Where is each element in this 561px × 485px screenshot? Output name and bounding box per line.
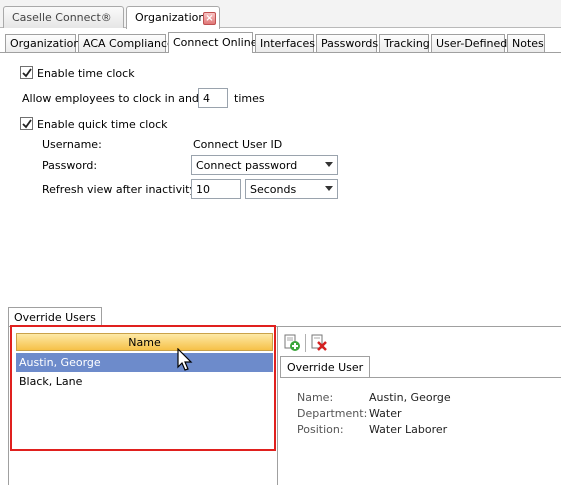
tab-notes[interactable]: Notes: [507, 34, 545, 52]
add-user-icon: [284, 334, 300, 351]
delete-icon: [311, 334, 327, 351]
refresh-input[interactable]: 10: [191, 179, 241, 199]
password-select-value: Connect password: [196, 159, 298, 172]
tab-label: Tracking: [384, 37, 430, 50]
tab-user-defined[interactable]: User-Defined: [431, 34, 508, 52]
tab-label: ACA Compliance: [83, 37, 174, 50]
clock-times-input[interactable]: 4: [198, 88, 228, 108]
doc-tab-label: Organization: [135, 11, 206, 24]
doc-tab-label: Caselle Connect®: [12, 11, 112, 24]
toolbar-separator: [305, 334, 306, 352]
enable-quick-time-clock-checkbox[interactable]: [20, 117, 33, 130]
username-value: Connect User ID: [193, 138, 283, 151]
tab-aca-compliance[interactable]: ACA Compliance: [78, 34, 174, 52]
tab-interfaces[interactable]: Interfaces: [255, 34, 315, 52]
enable-time-clock-label: Enable time clock: [37, 67, 135, 80]
allow-clock-label: Allow employees to clock in and out: [22, 92, 221, 105]
detail-name-value: Austin, George: [369, 391, 451, 404]
doc-tab-organization[interactable]: Organization ×: [126, 6, 220, 29]
detail-department-label: Department:: [297, 407, 368, 420]
enable-time-clock-checkbox[interactable]: [20, 66, 33, 79]
tab-connect-online[interactable]: Connect Online: [168, 32, 257, 53]
times-label: times: [234, 92, 265, 105]
chevron-down-icon: [325, 186, 333, 191]
close-icon[interactable]: ×: [203, 12, 216, 25]
detail-position-label: Position:: [297, 423, 344, 436]
highlight-box: [10, 325, 276, 451]
tab-organization[interactable]: Organization: [5, 34, 80, 52]
password-label: Password:: [42, 159, 98, 172]
tab-label: Notes: [512, 37, 544, 50]
tab-override-users[interactable]: Override Users: [8, 307, 102, 327]
tab-passwords[interactable]: Passwords: [316, 34, 379, 52]
tab-label: Interfaces: [260, 37, 315, 50]
detail-tab-baseline: [280, 377, 561, 378]
add-user-button[interactable]: [283, 334, 301, 352]
detail-name-label: Name:: [297, 391, 334, 404]
tab-label: User-Defined: [436, 37, 508, 50]
mouse-cursor-icon: [177, 348, 193, 371]
tab-label: Override User: [287, 361, 364, 374]
sub-tab-baseline: [0, 52, 561, 53]
tab-label: Connect Online: [173, 36, 258, 49]
detail-position-value: Water Laborer: [369, 423, 448, 436]
chevron-down-icon: [325, 162, 333, 167]
checkmark-icon: [22, 68, 32, 78]
detail-department-value: Water: [369, 407, 402, 420]
username-label: Username:: [42, 138, 102, 151]
tab-override-user[interactable]: Override User: [280, 356, 371, 378]
delete-user-button[interactable]: [310, 334, 328, 352]
password-select[interactable]: Connect password: [191, 155, 338, 175]
checkmark-icon: [22, 119, 32, 129]
enable-quick-time-clock-label: Enable quick time clock: [37, 118, 168, 131]
refresh-unit-select[interactable]: Seconds: [245, 179, 338, 199]
tab-tracking[interactable]: Tracking: [379, 34, 430, 52]
tab-label: Override Users: [14, 311, 96, 324]
refresh-unit-value: Seconds: [250, 183, 297, 196]
tab-label: Organization: [10, 37, 81, 50]
tab-label: Passwords: [321, 37, 379, 50]
doc-tab-caselle-connect[interactable]: Caselle Connect®: [3, 6, 124, 28]
refresh-label: Refresh view after inactivity:: [42, 183, 199, 196]
